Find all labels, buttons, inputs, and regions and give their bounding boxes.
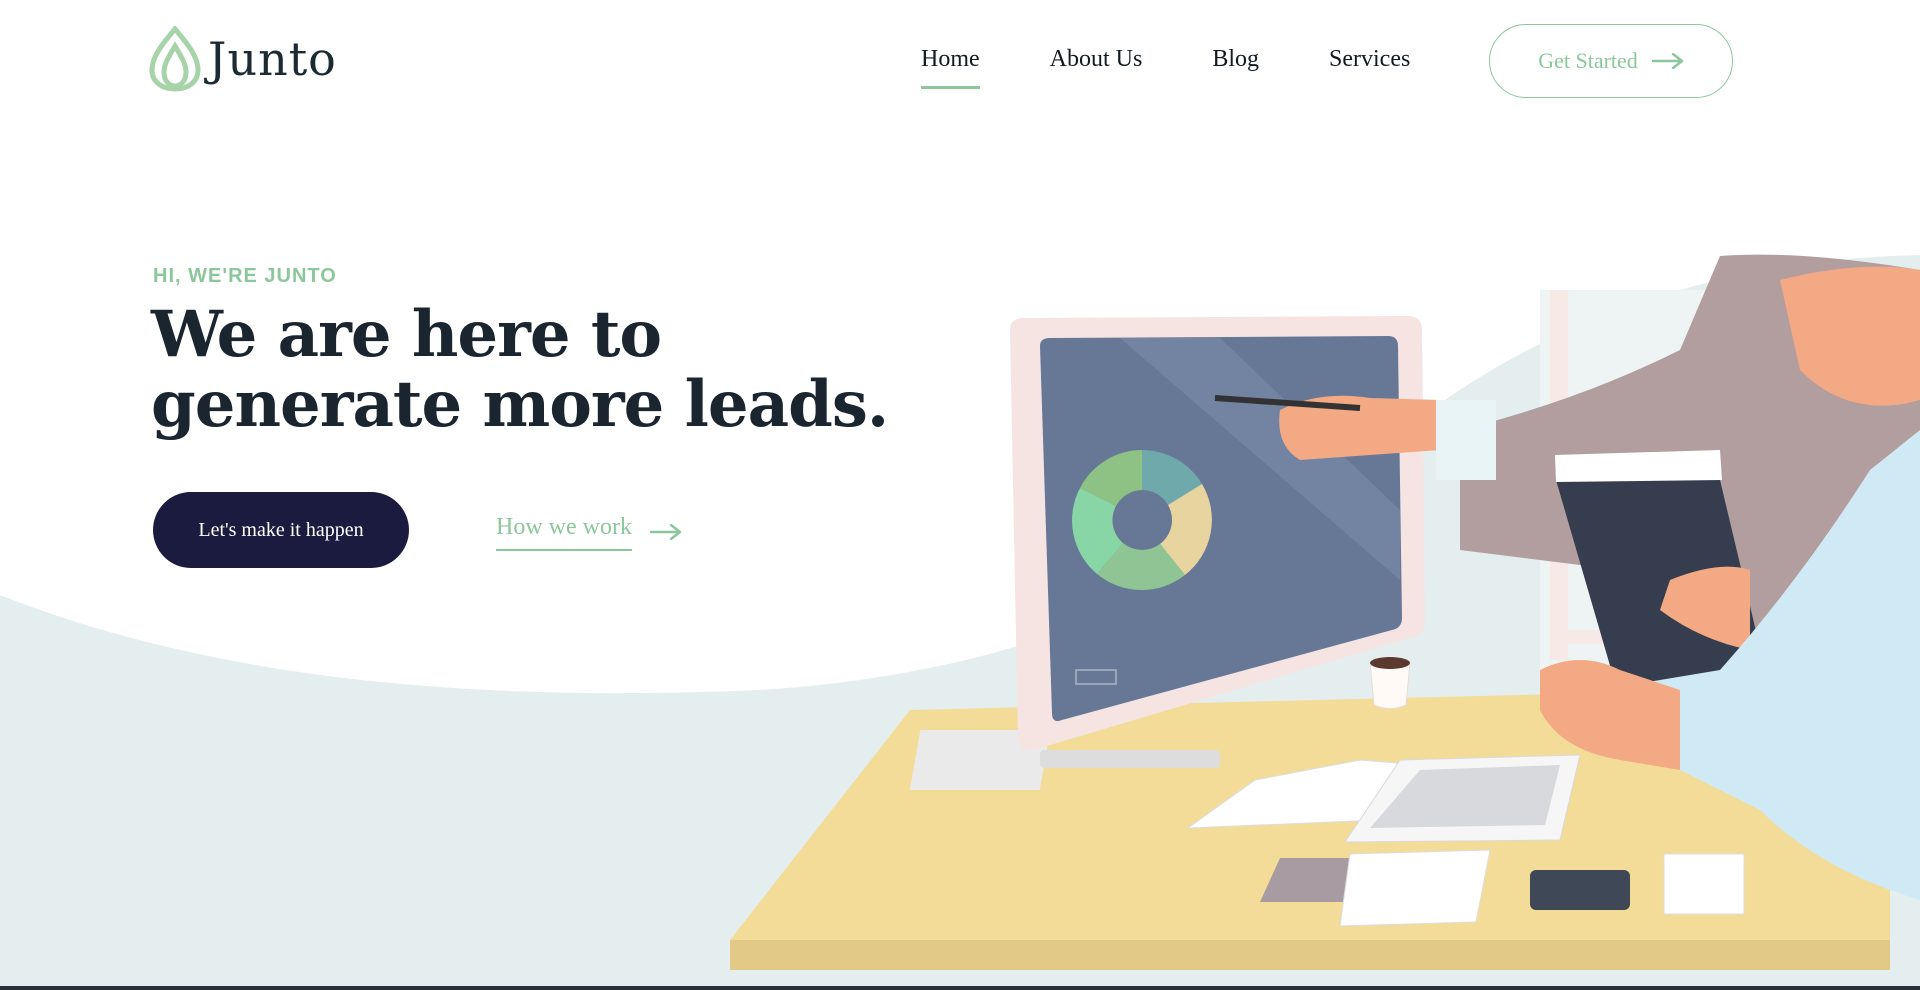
nav-item-home[interactable]: Home — [921, 46, 980, 89]
arrow-right-icon — [649, 523, 682, 540]
get-started-button[interactable]: Get Started — [1489, 24, 1733, 98]
leaf-drop-icon — [149, 26, 201, 92]
get-started-label: Get Started — [1538, 48, 1638, 73]
nav-item-blog[interactable]: Blog — [1212, 46, 1259, 81]
brand-logo[interactable]: Junto — [148, 26, 337, 92]
nav-item-services[interactable]: Services — [1329, 46, 1410, 81]
brand-name: Junto — [208, 32, 337, 86]
how-we-work-label: How we work — [496, 514, 632, 551]
office-team-at-computer-illustration — [730, 254, 1920, 970]
how-we-work-link[interactable]: How we work — [496, 514, 682, 551]
hero-eyebrow: HI, WE'RE JUNTO — [153, 265, 337, 287]
main-nav: Home About Us Blog Services — [921, 46, 1410, 89]
page-bottom-border — [0, 986, 1920, 990]
nav-item-about-us[interactable]: About Us — [1050, 46, 1143, 81]
arrow-right-icon — [1651, 53, 1684, 69]
lets-make-it-happen-button[interactable]: Let's make it happen — [153, 492, 409, 568]
